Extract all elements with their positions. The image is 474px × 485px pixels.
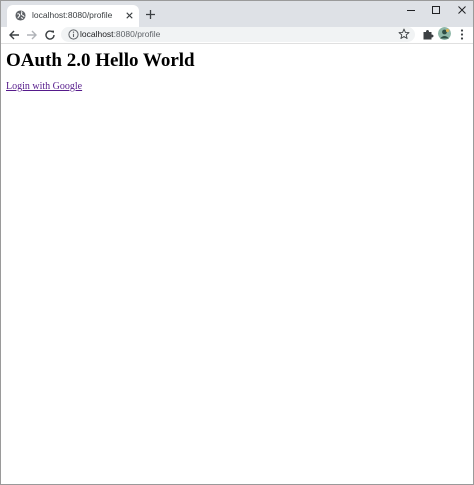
new-tab-icon[interactable] [144, 8, 157, 21]
arrow-right-icon[interactable] [25, 28, 39, 42]
tab-strip: localhost:8080/profile [1, 1, 473, 27]
address-bar[interactable]: localhost:8080/profile [61, 27, 415, 42]
avatar[interactable] [438, 27, 451, 40]
tab-title: localhost:8080/profile [32, 10, 113, 20]
close-tab-icon[interactable] [124, 10, 135, 21]
page-viewport: OAuth 2.0 Hello World Login with Google [1, 44, 473, 484]
maximize-icon[interactable] [425, 3, 447, 17]
page-title: OAuth 2.0 Hello World [6, 50, 195, 71]
close-window-icon[interactable] [451, 3, 473, 17]
puzzle-icon[interactable] [421, 28, 434, 41]
kebab-menu-icon[interactable] [457, 28, 467, 41]
login-with-google-link[interactable]: Login with Google [6, 81, 82, 93]
url-host: localhost [80, 29, 114, 39]
browser-toolbar: localhost:8080/profile [1, 27, 473, 44]
url-text: localhost:8080/profile [80, 28, 160, 41]
tab-active[interactable]: localhost:8080/profile [7, 5, 139, 27]
reload-icon[interactable] [43, 28, 57, 42]
arrow-left-icon[interactable] [7, 28, 21, 42]
globe-icon [15, 10, 26, 21]
url-path: :8080/profile [113, 29, 161, 39]
browser-window: localhost:8080/profile localhost:8080/pr… [0, 0, 474, 485]
star-icon[interactable] [398, 28, 410, 40]
minimize-icon[interactable] [400, 3, 422, 17]
info-icon[interactable] [68, 29, 79, 40]
